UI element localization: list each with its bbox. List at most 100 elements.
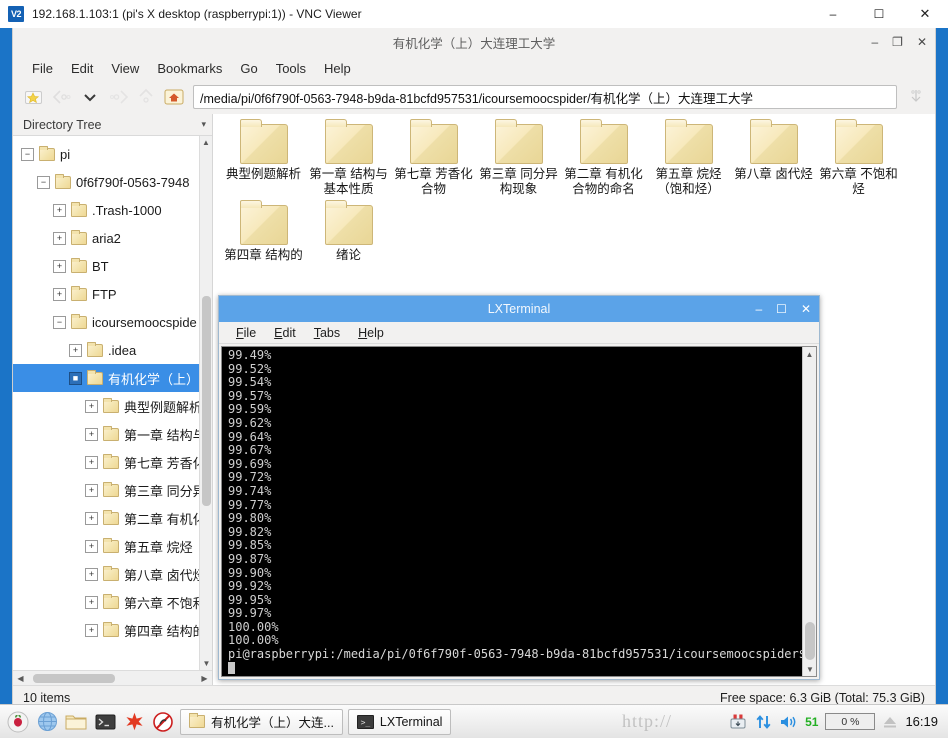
back-icon[interactable] bbox=[49, 84, 75, 110]
mathematica-icon[interactable] bbox=[122, 710, 146, 734]
tree-item-8[interactable]: ■ 有机化学（上） bbox=[13, 364, 212, 392]
tree-item-2[interactable]: + .Trash-1000 bbox=[13, 196, 212, 224]
tree-item-7[interactable]: + .idea bbox=[13, 336, 212, 364]
terminal-menu-edit[interactable]: Edit bbox=[265, 325, 305, 341]
vnc-close-button[interactable]: ✕ bbox=[902, 0, 948, 28]
tree-item-11[interactable]: + 第七章 芳香化 bbox=[13, 448, 212, 476]
home-icon[interactable] bbox=[161, 84, 187, 110]
fm-close-button[interactable]: ✕ bbox=[917, 36, 927, 48]
terminal-menu-help[interactable]: Help bbox=[349, 325, 393, 341]
view-mode-icon[interactable] bbox=[905, 86, 927, 108]
network-updown-icon[interactable] bbox=[755, 713, 772, 731]
file-item[interactable]: 第三章 同分异构现象 bbox=[476, 119, 561, 197]
tree-item-16[interactable]: + 第六章 不饱和 bbox=[13, 588, 212, 616]
file-manager-titlebar[interactable]: 有机化学（上）大连理工大学 – ❐ ✕ bbox=[13, 28, 935, 56]
scrollbar-thumb[interactable] bbox=[202, 296, 211, 506]
expand-icon[interactable]: + bbox=[85, 623, 98, 637]
vnc-minimize-button[interactable]: – bbox=[810, 0, 856, 28]
web-browser-icon[interactable] bbox=[35, 710, 59, 734]
tree-item-13[interactable]: + 第二章 有机化 bbox=[13, 504, 212, 532]
expand-icon[interactable]: + bbox=[85, 567, 98, 581]
fm-minimize-button[interactable]: – bbox=[871, 36, 878, 48]
terminal-close-button[interactable]: ✕ bbox=[801, 303, 811, 315]
terminal-minimize-button[interactable]: – bbox=[755, 303, 762, 315]
expand-icon[interactable]: + bbox=[53, 203, 66, 217]
terminal-maximize-button[interactable]: ☐ bbox=[776, 303, 787, 315]
file-item[interactable]: 第五章 烷烃（饱和烃） bbox=[646, 119, 731, 197]
vnc-maximize-button[interactable]: ☐ bbox=[856, 0, 902, 28]
terminal-scroll-down-icon[interactable]: ▼ bbox=[803, 662, 817, 676]
directory-tree-scrollarea[interactable]: − pi −0f6f790f-0563-7948 + .Trash-1000 + aria2… bbox=[13, 136, 212, 670]
collapse-icon[interactable]: − bbox=[53, 315, 66, 329]
file-item[interactable]: 第八章 卤代烃 bbox=[731, 119, 816, 197]
cpu-monitor[interactable]: 0 % bbox=[825, 713, 876, 730]
expand-icon[interactable]: + bbox=[85, 595, 98, 609]
collapse-icon[interactable]: − bbox=[21, 147, 34, 161]
terminal-vscrollbar[interactable]: ▲ ▼ bbox=[802, 347, 816, 676]
file-item[interactable]: 典型例题解析 bbox=[221, 119, 306, 197]
eject-icon[interactable] bbox=[882, 714, 898, 729]
scroll-left-icon[interactable]: ◀ bbox=[14, 674, 27, 683]
expand-icon[interactable]: + bbox=[85, 399, 98, 413]
chevron-down-icon[interactable] bbox=[77, 84, 103, 110]
taskbar-task-lxterminal[interactable]: >_ LXTerminal bbox=[347, 708, 452, 735]
expand-icon[interactable]: + bbox=[85, 511, 98, 525]
directory-tree-hscrollbar[interactable]: ◀ ▶ bbox=[13, 670, 212, 685]
collapse-icon[interactable]: − bbox=[37, 175, 50, 189]
scroll-down-icon[interactable]: ▼ bbox=[200, 657, 212, 670]
terminal-icon[interactable] bbox=[93, 710, 117, 734]
menu-help[interactable]: Help bbox=[315, 59, 360, 78]
terminal-menu-tabs[interactable]: Tabs bbox=[305, 325, 349, 341]
tree-item-9[interactable]: + 典型例题解析 bbox=[13, 392, 212, 420]
tree-item-14[interactable]: + 第五章 烷烃 （ bbox=[13, 532, 212, 560]
tree-item-1[interactable]: − 0f6f790f-0563-7948 bbox=[13, 168, 212, 196]
path-input[interactable]: /media/pi/0f6f790f-0563-7948-b9da-81bcfd… bbox=[193, 85, 897, 109]
tree-item-17[interactable]: + 第四章 结构的 bbox=[13, 616, 212, 644]
terminal-menu-file[interactable]: File bbox=[227, 325, 265, 341]
taskbar-task-file-manager[interactable]: 有机化学（上）大连... bbox=[180, 708, 343, 735]
expand-icon[interactable]: + bbox=[85, 483, 98, 497]
bluetooth-icon[interactable] bbox=[728, 713, 748, 731]
vnc-titlebar[interactable]: V2 192.168.1.103:1 (pi's X desktop (rasp… bbox=[0, 0, 948, 28]
scroll-right-icon[interactable]: ▶ bbox=[198, 674, 211, 683]
file-item[interactable]: 绪论 bbox=[306, 200, 391, 263]
go-up-icon[interactable] bbox=[133, 84, 159, 110]
file-item[interactable]: 第一章 结构与基本性质 bbox=[306, 119, 391, 197]
menu-edit[interactable]: Edit bbox=[62, 59, 102, 78]
new-tab-icon[interactable] bbox=[21, 84, 47, 110]
hscrollbar-thumb[interactable] bbox=[33, 673, 116, 683]
menu-file[interactable]: File bbox=[23, 59, 62, 78]
terminal-output[interactable]: 99.49% 99.52% 99.54% 99.57% 99.59% 99.62… bbox=[222, 347, 802, 676]
tree-item-0[interactable]: − pi bbox=[13, 140, 212, 168]
menu-go[interactable]: Go bbox=[231, 59, 266, 78]
raspberry-menu-icon[interactable] bbox=[6, 710, 30, 734]
terminal-titlebar[interactable]: LXTerminal – ☐ ✕ bbox=[219, 296, 819, 322]
tree-item-6[interactable]: − icoursemoocspide bbox=[13, 308, 212, 336]
directory-tree-vscrollbar[interactable]: ▲ ▼ bbox=[199, 136, 212, 670]
hscrollbar-track[interactable] bbox=[27, 673, 198, 683]
volume-icon[interactable] bbox=[779, 714, 798, 730]
menu-bookmarks[interactable]: Bookmarks bbox=[148, 59, 231, 78]
tree-item-10[interactable]: + 第一章 结构与 bbox=[13, 420, 212, 448]
menu-tools[interactable]: Tools bbox=[267, 59, 315, 78]
tree-item-12[interactable]: + 第三章 同分异 bbox=[13, 476, 212, 504]
terminal-content-area[interactable]: 99.49% 99.52% 99.54% 99.57% 99.59% 99.62… bbox=[221, 346, 817, 677]
wolfram-icon[interactable] bbox=[151, 710, 175, 734]
collapse-icon[interactable]: ■ bbox=[69, 371, 82, 385]
tree-item-5[interactable]: + FTP bbox=[13, 280, 212, 308]
chevron-down-icon[interactable]: ▾ bbox=[201, 119, 206, 130]
tree-item-15[interactable]: + 第八章 卤代烃 bbox=[13, 560, 212, 588]
expand-icon[interactable]: + bbox=[53, 287, 66, 301]
terminal-scrollbar-thumb[interactable] bbox=[805, 622, 815, 660]
tree-item-3[interactable]: + aria2 bbox=[13, 224, 212, 252]
file-item[interactable]: 第六章 不饱和烃 bbox=[816, 119, 901, 197]
file-item[interactable]: 第七章 芳香化合物 bbox=[391, 119, 476, 197]
expand-icon[interactable]: + bbox=[53, 259, 66, 273]
expand-icon[interactable]: + bbox=[69, 343, 82, 357]
forward-icon[interactable] bbox=[105, 84, 131, 110]
menu-view[interactable]: View bbox=[102, 59, 148, 78]
tree-item-4[interactable]: + BT bbox=[13, 252, 212, 280]
file-manager-icon[interactable] bbox=[64, 710, 88, 734]
expand-icon[interactable]: + bbox=[85, 427, 98, 441]
file-item[interactable]: 第二章 有机化合物的命名 bbox=[561, 119, 646, 197]
